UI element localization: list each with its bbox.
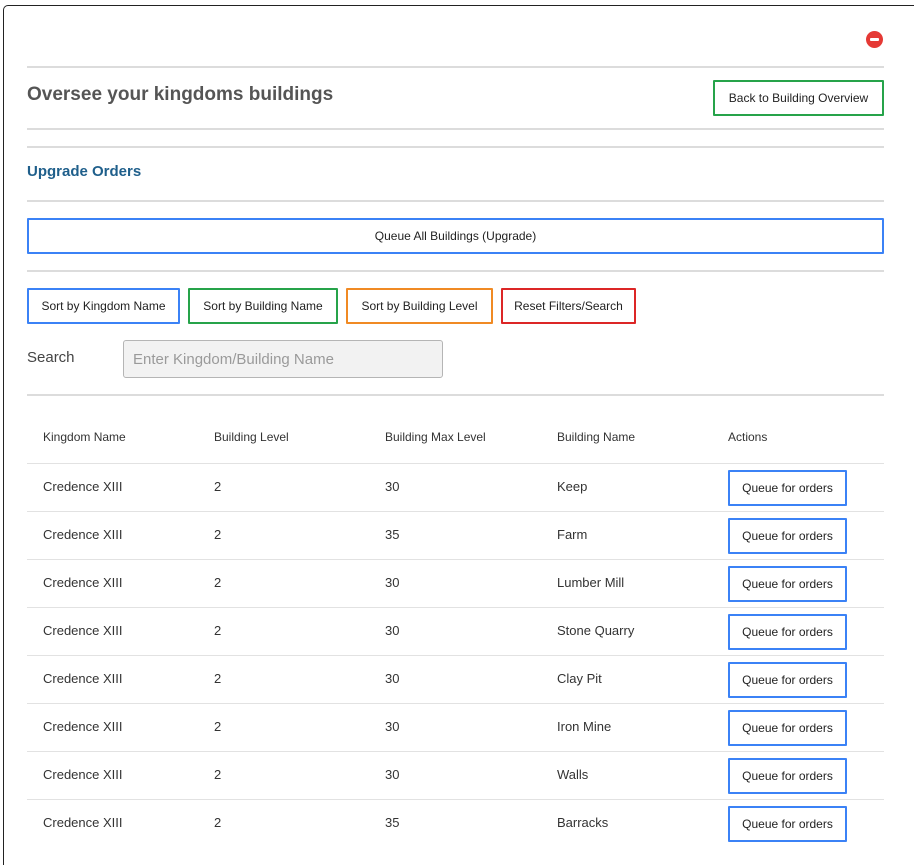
column-header-kingdom: Kingdom Name [43, 430, 126, 444]
back-to-overview-button[interactable]: Back to Building Overview [713, 80, 884, 116]
building-max-level-cell: 30 [385, 575, 400, 590]
queue-for-orders-button[interactable]: Queue for orders [728, 710, 847, 746]
kingdom-name-cell: Credence XIII [43, 767, 123, 782]
building-max-level-cell: 35 [385, 815, 400, 830]
divider [27, 128, 884, 130]
building-level-cell: 2 [214, 479, 222, 494]
building-level-cell: 2 [214, 671, 222, 686]
sort-by-building-level-button[interactable]: Sort by Building Level [346, 288, 493, 324]
queue-for-orders-button[interactable]: Queue for orders [728, 806, 847, 842]
sort-by-kingdom-button[interactable]: Sort by Kingdom Name [27, 288, 180, 324]
column-header-building: Building Name [557, 430, 636, 444]
table-row: Credence XIII 2 35 Barracks Queue for orders [27, 799, 884, 847]
table-row: Credence XIII 2 30 Lumber Mill Queue for ord… [27, 559, 884, 607]
building-max-level-cell: 30 [385, 671, 400, 686]
search-input[interactable] [123, 340, 443, 378]
building-name-cell: Keep [557, 479, 588, 494]
queue-for-orders-button[interactable]: Queue for orders [728, 470, 847, 506]
building-name-cell: Barracks [557, 815, 609, 830]
divider [27, 66, 884, 68]
table-row: Credence XIII 2 30 Clay Pit Queue for orders [27, 655, 884, 703]
building-name-cell: Stone Quarry [557, 623, 635, 638]
building-level-cell: 2 [214, 767, 222, 782]
row-divider [27, 751, 884, 752]
kingdom-name-cell: Credence XIII [43, 527, 123, 542]
building-name-cell: Lumber Mill [557, 575, 625, 590]
row-divider [27, 463, 884, 464]
row-divider [27, 703, 884, 704]
building-level-cell: 2 [214, 623, 222, 638]
divider [27, 270, 884, 272]
column-header-max-level: Building Max Level [385, 430, 486, 444]
kingdom-name-cell: Credence XIII [43, 815, 123, 830]
queue-for-orders-button[interactable]: Queue for orders [728, 662, 847, 698]
kingdom-name-cell: Credence XIII [43, 671, 123, 686]
row-divider [27, 607, 884, 608]
reset-filters-button[interactable]: Reset Filters/Search [501, 288, 636, 324]
row-divider [27, 655, 884, 656]
building-max-level-cell: 35 [385, 527, 400, 542]
column-header-level: Building Level [214, 430, 289, 444]
divider [27, 394, 884, 396]
search-label: Search [27, 349, 75, 366]
table-row: Credence XIII 2 30 Walls Queue for orders [27, 751, 884, 799]
queue-all-buildings-button[interactable]: Queue All Buildings (Upgrade) [27, 218, 884, 254]
building-name-cell: Iron Mine [557, 719, 612, 734]
queue-for-orders-button[interactable]: Queue for orders [728, 518, 847, 554]
building-level-cell: 2 [214, 815, 222, 830]
kingdom-name-cell: Credence XIII [43, 719, 123, 734]
row-divider [27, 511, 884, 512]
page-title: Oversee your kingdoms buildings [27, 84, 334, 105]
building-level-cell: 2 [214, 719, 222, 734]
building-level-cell: 2 [214, 575, 222, 590]
building-max-level-cell: 30 [385, 623, 400, 638]
kingdom-name-cell: Credence XIII [43, 479, 123, 494]
column-header-actions: Actions [728, 430, 768, 444]
row-divider [27, 559, 884, 560]
building-max-level-cell: 30 [385, 719, 400, 734]
close-icon[interactable] [866, 31, 883, 48]
kingdom-name-cell: Credence XIII [43, 575, 123, 590]
queue-for-orders-button[interactable]: Queue for orders [728, 614, 847, 650]
table-row: Credence XIII 2 30 Keep Queue for orders [27, 463, 884, 511]
section-title: Upgrade Orders [27, 163, 142, 180]
row-divider [27, 799, 884, 800]
building-name-cell: Clay Pit [557, 671, 602, 686]
building-name-cell: Farm [557, 527, 588, 542]
table-row: Credence XIII 2 30 Iron Mine Queue for order… [27, 703, 884, 751]
sort-by-building-name-button[interactable]: Sort by Building Name [188, 288, 338, 324]
divider [27, 146, 884, 148]
queue-for-orders-button[interactable]: Queue for orders [728, 758, 847, 794]
queue-for-orders-button[interactable]: Queue for orders [728, 566, 847, 602]
building-max-level-cell: 30 [385, 767, 400, 782]
kingdom-name-cell: Credence XIII [43, 623, 123, 638]
building-max-level-cell: 30 [385, 479, 400, 494]
table-row: Credence XIII 2 30 Stone Quarry Queue for or… [27, 607, 884, 655]
divider [27, 200, 884, 202]
building-level-cell: 2 [214, 527, 222, 542]
table-row: Credence XIII 2 35 Farm Queue for orders [27, 511, 884, 559]
building-name-cell: Walls [557, 767, 589, 782]
